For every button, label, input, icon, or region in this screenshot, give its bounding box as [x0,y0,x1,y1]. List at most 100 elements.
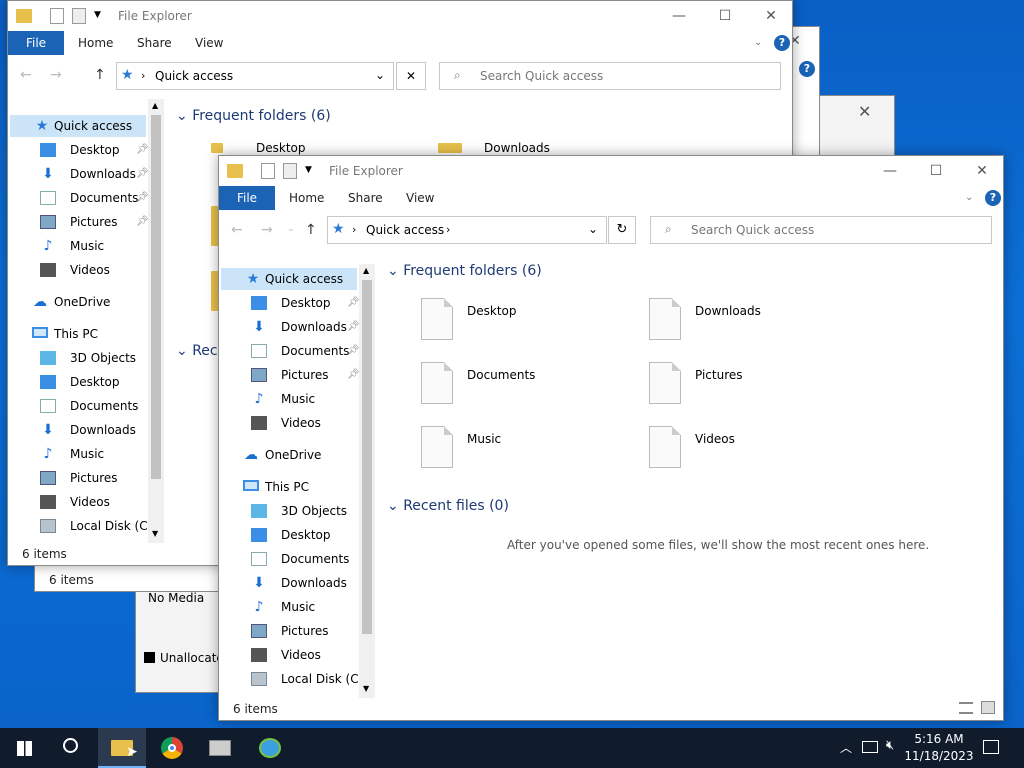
nav-item-desktop[interactable]: Desktop 📌︎ [221,292,360,314]
show-hidden-icons-icon[interactable]: ︿ [840,739,852,756]
nav-item-music[interactable]: ♪ Music [10,235,146,257]
close-button[interactable]: ✕ [748,1,792,31]
nav-item-desktop[interactable]: Desktop 📌︎ [10,139,149,161]
nav-item-desktop[interactable]: Desktop [221,524,357,546]
folder-downloads[interactable]: Downloads [695,304,761,318]
search-box[interactable]: ⌕ Search Quick access [439,62,781,90]
nav-item-music[interactable]: ♪ Music [10,443,146,465]
frequent-folders-header[interactable]: ⌄ Frequent folders (6) [176,108,331,124]
nav-item-pictures[interactable]: Pictures [10,467,146,489]
back-button[interactable]: ← [20,67,32,83]
title-bar[interactable]: ▼ File Explorer — ☐ ✕ [219,156,1003,186]
scroll-thumb[interactable] [151,115,161,479]
middle-help-icon[interactable]: ? [799,61,815,77]
minimize-button[interactable]: — [656,1,702,31]
tab-file[interactable]: File [219,186,275,210]
app-taskbar-button-1[interactable] [196,728,244,768]
folder-pictures-icon[interactable] [649,362,681,404]
nav-scrollbar[interactable]: ▲ ▼ [148,99,164,543]
scroll-up-icon[interactable]: ▲ [152,101,158,110]
properties-icon[interactable] [50,8,64,24]
help-icon[interactable]: ? [985,190,1001,206]
folder-desktop-back[interactable]: Desktop [256,141,306,155]
chrome-taskbar-button[interactable] [148,728,196,768]
folder-videos[interactable]: Videos [695,432,735,446]
refresh-button[interactable]: ↻ [608,216,636,244]
bg-close-icon[interactable]: ✕ [858,102,871,121]
back-button[interactable]: ← [231,222,243,238]
scroll-thumb[interactable] [362,280,372,634]
up-button[interactable]: ↑ [94,67,106,83]
maximize-button[interactable]: ☐ [913,156,959,186]
maximize-button[interactable]: ☐ [702,1,748,31]
nav-item-local-disk-c[interactable]: Local Disk (C:) [10,515,156,537]
nav-scrollbar[interactable]: ▲ ▼ [359,264,375,698]
address-cancel-button[interactable]: ✕ [396,62,426,90]
nav-item-desktop[interactable]: Desktop [10,371,146,393]
properties-icon[interactable] [261,163,275,179]
start-button[interactable] [0,728,48,768]
folder-downloads-icon[interactable] [649,298,681,340]
nav-item-downloads[interactable]: ⬇ Downloads [10,419,146,441]
nav-item-videos[interactable]: Videos [10,259,146,281]
scroll-down-icon[interactable]: ▼ [363,684,369,693]
new-folder-icon[interactable] [72,8,86,24]
app-taskbar-button-2[interactable] [246,728,294,768]
folder-music-icon[interactable] [421,426,453,468]
tab-file[interactable]: File [8,31,64,55]
nav-item-pictures[interactable]: Pictures 📌︎ [221,364,360,386]
nav-quick-access[interactable]: ★ Quick access [10,115,146,137]
tab-home[interactable]: Home [78,31,113,55]
network-icon[interactable] [862,741,878,753]
new-folder-icon[interactable] [283,163,297,179]
tab-share[interactable]: Share [348,186,383,210]
nav-this-pc[interactable]: This PC [221,476,309,498]
help-icon[interactable]: ? [774,35,790,51]
details-view-icon[interactable] [959,702,973,714]
nav-onedrive[interactable]: ☁ OneDrive [221,444,321,466]
scroll-down-icon[interactable]: ▼ [152,529,158,538]
forward-button[interactable]: → [261,222,273,238]
large-icons-view-icon[interactable] [981,701,995,714]
folder-documents[interactable]: Documents [467,368,535,382]
nav-item-downloads[interactable]: ⬇ Downloads [221,572,357,594]
nav-item-downloads[interactable]: ⬇ Downloads 📌︎ [10,163,149,185]
tab-view[interactable]: View [406,186,434,210]
nav-item-downloads[interactable]: ⬇ Downloads 📌︎ [221,316,360,338]
file-explorer-taskbar-button[interactable]: ➤ [98,728,146,768]
taskbar-clock[interactable]: 5:16 AM 11/18/2023 [904,732,974,763]
nav-item-3d-objects[interactable]: 3D Objects [10,347,146,369]
search-box[interactable]: ⌕ Search Quick access [650,216,992,244]
folder-documents-icon[interactable] [421,362,453,404]
folder-pictures[interactable]: Pictures [695,368,743,382]
nav-item-documents[interactable]: Documents [10,395,146,417]
nav-item-music[interactable]: ♪ Music [221,596,357,618]
address-dropdown-icon[interactable]: ⌄ [588,222,598,236]
recent-locations-icon[interactable]: ⌄ [287,224,295,234]
nav-item-documents[interactable]: Documents 📌︎ [221,340,360,362]
nav-item-pictures[interactable]: Pictures [221,620,357,642]
nav-item-documents[interactable]: Documents 📌︎ [10,187,149,209]
volume-muted-icon[interactable]: 🔇︎ [886,738,894,753]
qat-dropdown-icon[interactable]: ▼ [94,10,101,20]
address-bar[interactable]: ★ › Quick access › ⌄ [327,216,607,244]
nav-item-3d-objects[interactable]: 3D Objects [221,500,357,522]
recent-files-header[interactable]: ⌄ Recent files (0) [387,498,509,514]
folder-downloads-back[interactable]: Downloads [484,141,550,155]
address-dropdown-icon[interactable]: ⌄ [375,68,385,82]
up-button[interactable]: ↑ [305,222,317,238]
nav-onedrive[interactable]: ☁ OneDrive [10,291,110,313]
close-button[interactable]: ✕ [959,156,1003,186]
nav-item-videos[interactable]: Videos [221,644,357,666]
folder-desktop[interactable]: Desktop [467,304,517,318]
address-bar[interactable]: ★ › Quick access ⌄ [116,62,394,90]
nav-item-local-disk-c[interactable]: Local Disk (C:) [221,668,367,690]
tab-home[interactable]: Home [289,186,324,210]
explorer-window-front[interactable]: ▼ File Explorer — ☐ ✕ File Home Share Vi… [218,155,1004,721]
search-taskbar-button[interactable] [48,728,96,768]
folder-videos-icon[interactable] [649,426,681,468]
ribbon-expand-icon[interactable]: ⌄ [754,37,762,48]
notifications-icon[interactable] [983,740,999,754]
frequent-folders-header[interactable]: ⌄ Frequent folders (6) [387,263,542,279]
forward-button[interactable]: → [50,67,62,83]
